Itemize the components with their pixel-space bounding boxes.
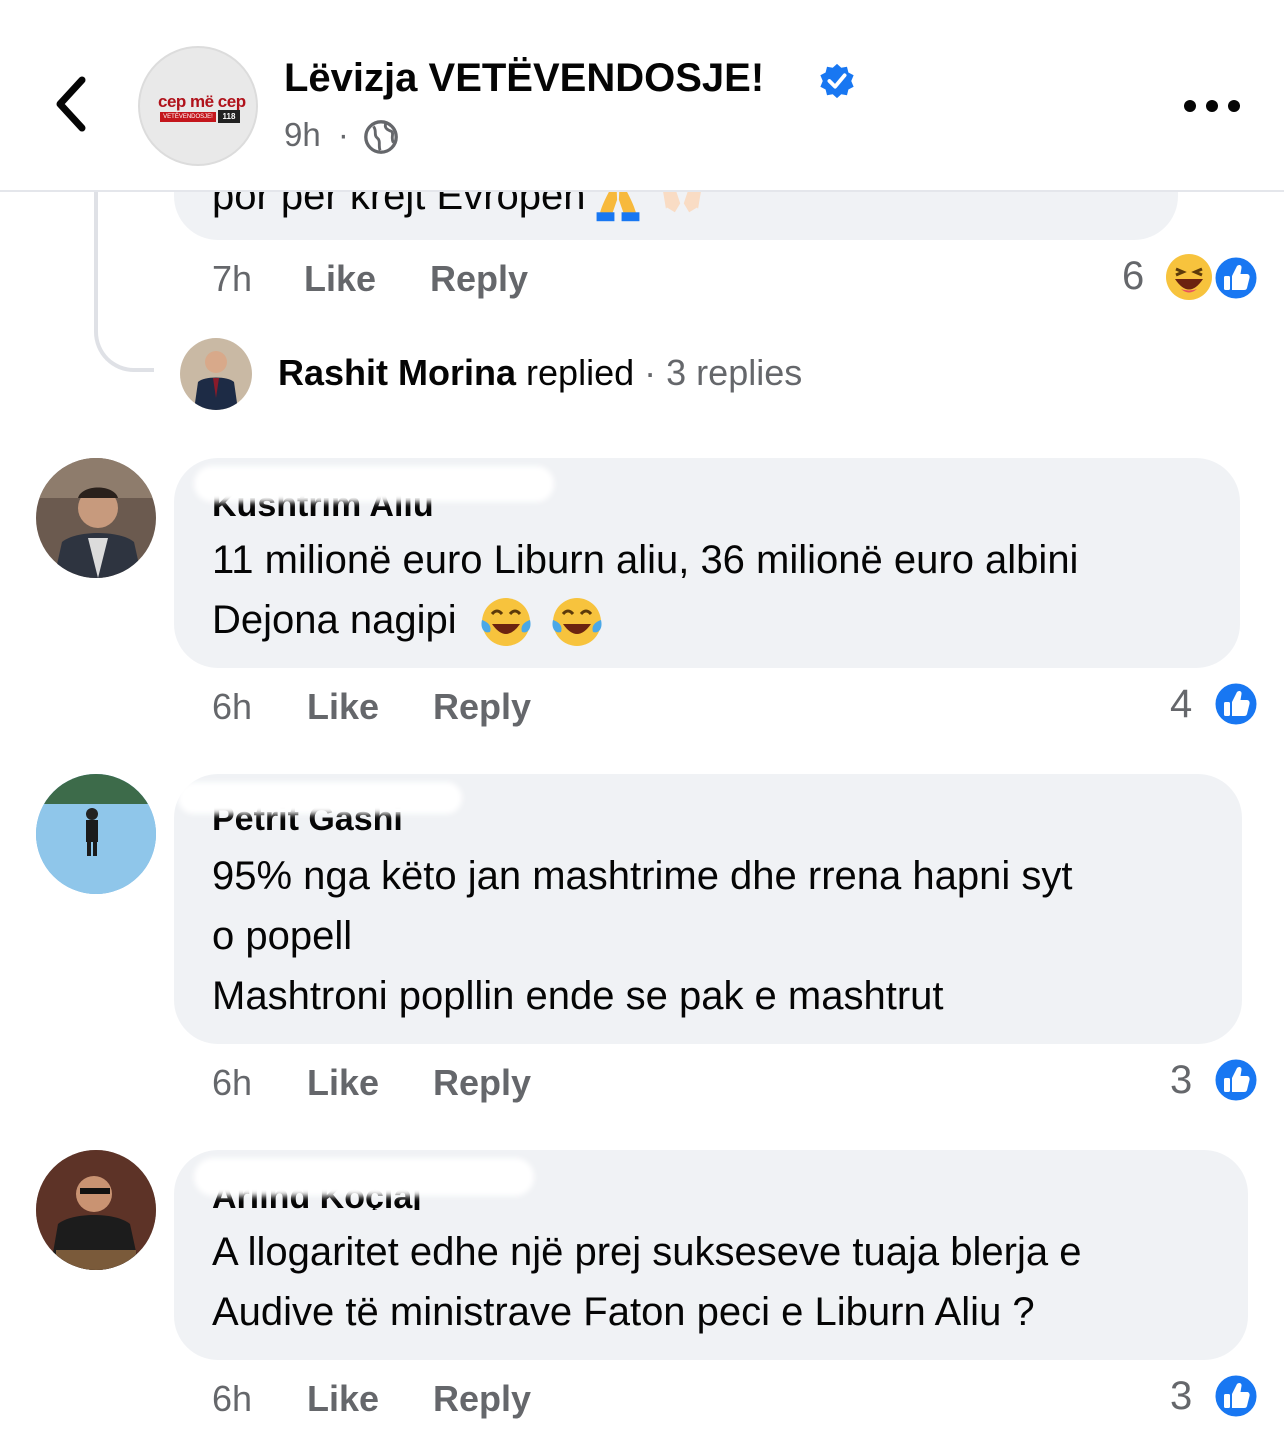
- reply-button[interactable]: Reply: [430, 258, 528, 300]
- name-redaction: [178, 782, 462, 814]
- joy-emoji: [481, 598, 531, 647]
- avatar[interactable]: [36, 458, 156, 578]
- like-reaction-icon: [1212, 1372, 1260, 1420]
- globe-icon: [364, 120, 398, 154]
- comment-line: o popell: [212, 914, 353, 958]
- comment-text: 95% nga këto jan mashtrime dhe rrena hap…: [212, 846, 1073, 1026]
- comment-line-with-emoji: Dejona nagipi: [212, 590, 1078, 650]
- comment-bubble: Petrit Gashi 95% nga këto jan mashtrime …: [174, 774, 1242, 1044]
- avatar[interactable]: [36, 774, 156, 894]
- comment-time: 7h: [212, 258, 253, 299]
- reply-thread-line: [94, 190, 154, 372]
- comment-text: 11 milionë euro Liburn aliu, 36 milionë …: [212, 530, 1078, 650]
- page-avatar[interactable]: cep më cep VETËVENDOSJE! 118: [138, 46, 258, 166]
- reply-button[interactable]: Reply: [433, 1062, 531, 1104]
- avatar[interactable]: [36, 1150, 156, 1270]
- replied-label: replied: [526, 352, 635, 393]
- reaction-count: 4: [1170, 682, 1193, 726]
- replied-separator: ·: [644, 352, 657, 393]
- meta-separator: ·: [337, 116, 349, 153]
- comment-line: Dejona nagipi: [212, 598, 457, 642]
- back-arrow-icon[interactable]: [48, 72, 98, 136]
- like-reaction-icon: [1212, 1056, 1260, 1104]
- comment-text: A llogaritet edhe një prej sukseseve tua…: [212, 1222, 1081, 1342]
- comment-line: Mashtroni popllin ende se pak e mashtrut: [212, 974, 944, 1018]
- post-meta: 9h ·: [284, 116, 349, 154]
- replies-count[interactable]: 3 replies: [666, 352, 802, 393]
- like-button[interactable]: Like: [307, 1378, 379, 1420]
- like-button[interactable]: Like: [307, 686, 379, 728]
- comment-line: Audive të ministrave Faton peci e Liburn…: [212, 1290, 1035, 1334]
- comment-line: 95% nga këto jan mashtrime dhe rrena hap…: [212, 854, 1073, 898]
- page-logo-number: 118: [218, 110, 240, 123]
- reply-button[interactable]: Reply: [433, 1378, 531, 1420]
- page-name[interactable]: Lëvizja VETËVENDOSJE!: [284, 56, 764, 101]
- verified-badge-icon: [820, 63, 854, 99]
- comment-bubble: Arlind Koçiaj A llogaritet edhe një prej…: [174, 1150, 1248, 1360]
- avatar[interactable]: [180, 338, 252, 410]
- comment-time: 6h: [212, 686, 253, 727]
- reply-button[interactable]: Reply: [433, 686, 531, 728]
- comment-line: 11 milionë euro Liburn aliu, 36 milionë …: [212, 538, 1079, 582]
- haha-reaction-icon: [1166, 254, 1212, 300]
- post-header: cep më cep VETËVENDOSJE! 118 Lëvizja VET…: [0, 0, 1284, 192]
- joy-emoji: [552, 598, 602, 647]
- replier-name[interactable]: Rashit Morina: [278, 352, 516, 393]
- like-reaction-icon: [1212, 680, 1260, 728]
- name-redaction: [194, 1158, 534, 1196]
- replied-summary[interactable]: Rashit Morina replied · 3 replies: [278, 352, 802, 394]
- page-logo-text: cep më cep: [158, 92, 246, 111]
- comment-time: 6h: [212, 1378, 253, 1419]
- like-reaction-icon: [1212, 254, 1260, 302]
- post-time: 9h: [284, 116, 321, 153]
- like-button[interactable]: Like: [304, 258, 376, 300]
- comment-time: 6h: [212, 1062, 253, 1103]
- name-redaction: [194, 466, 554, 502]
- more-icon[interactable]: [1182, 96, 1242, 116]
- reaction-count: 3: [1170, 1374, 1193, 1418]
- page-logo-strip: VETËVENDOSJE!: [160, 112, 216, 122]
- reaction-count: 3: [1170, 1058, 1193, 1102]
- like-button[interactable]: Like: [307, 1062, 379, 1104]
- comment-bubble: Kushtrim Aliu 11 milionë euro Liburn ali…: [174, 458, 1240, 668]
- comment-line: A llogaritet edhe një prej sukseseve tua…: [212, 1230, 1082, 1274]
- reaction-count: 6: [1122, 254, 1145, 298]
